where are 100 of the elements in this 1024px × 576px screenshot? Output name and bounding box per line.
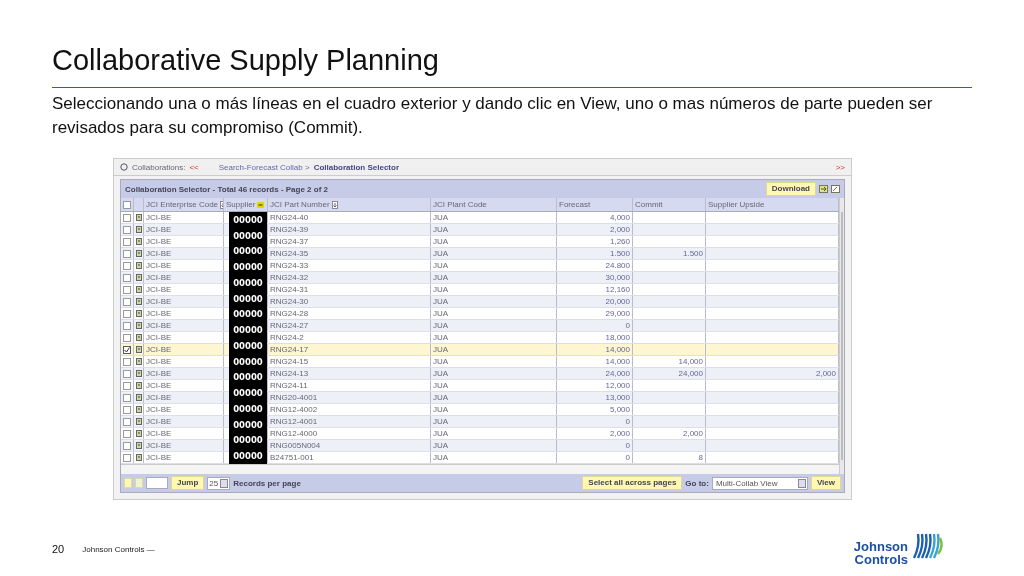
- document-icon: [136, 454, 142, 461]
- table-cell: JCI-BE: [144, 452, 224, 463]
- row-checkbox[interactable]: [123, 369, 131, 378]
- column-header[interactable]: JCI Plant Code: [431, 198, 557, 211]
- table-cell: JUA: [431, 308, 557, 319]
- table-cell: JUA: [431, 428, 557, 439]
- slide-title: Collaborative Supply Planning: [52, 43, 439, 78]
- goto-label: Go to:: [685, 478, 709, 488]
- row-checkbox[interactable]: [123, 285, 131, 294]
- supplier-code: 00000: [233, 293, 263, 304]
- table-cell: JCI-BE: [144, 404, 224, 415]
- table-cell: JCI-BE: [144, 344, 224, 355]
- table-cell: RNG24-2: [268, 332, 431, 343]
- row-checkbox[interactable]: [123, 321, 131, 330]
- table-cell: RNG24-13: [268, 368, 431, 379]
- table-cell: JUA: [431, 260, 557, 271]
- slide-text: Seleccionando una o más líneas en el cuadro exterior y dando clic en View, uno o mas números de parte pueden ser revisados para su compromiso (Commit).: [52, 93, 934, 139]
- table-cell: JUA: [431, 452, 557, 463]
- table-cell: JCI-BE: [144, 308, 224, 319]
- table-cell: 0: [557, 440, 633, 451]
- document-icon: [136, 430, 142, 437]
- horizontal-scrollbar[interactable]: [121, 464, 839, 474]
- row-checkbox[interactable]: [123, 357, 131, 366]
- document-icon: [136, 406, 142, 413]
- table-cell: JCI-BE: [144, 332, 224, 343]
- table-cell: RNG24-28: [268, 308, 431, 319]
- row-checkbox[interactable]: [123, 213, 131, 222]
- table-cell: 14,000: [557, 344, 633, 355]
- vertical-scrollbar[interactable]: [839, 198, 844, 474]
- table-cell: B24751-001: [268, 452, 431, 463]
- table-cell: RNG24-37: [268, 236, 431, 247]
- table-cell: 24,000: [557, 368, 633, 379]
- column-header[interactable]: JCI Enterprise Code: [144, 198, 224, 211]
- row-checkbox[interactable]: [123, 453, 131, 462]
- table-cell: 24,000: [633, 368, 706, 379]
- supplier-code: 00000: [233, 403, 263, 414]
- row-checkbox[interactable]: [123, 393, 131, 402]
- page-size-select[interactable]: 25: [207, 476, 231, 490]
- table-cell: JCI-BE: [144, 296, 224, 307]
- supplier-code: 00000: [233, 214, 263, 225]
- forward-link[interactable]: >>: [835, 162, 845, 172]
- column-header[interactable]: Commit: [633, 198, 706, 211]
- footer-text: Johnson Controls —: [82, 544, 155, 554]
- table-cell: RNG24-40: [268, 212, 431, 223]
- supplier-code: 00000: [233, 451, 263, 462]
- table-cell: 2,000: [633, 428, 706, 439]
- table-cell: 1.500: [633, 248, 706, 259]
- table-cell: JUA: [431, 440, 557, 451]
- table-cell: JCI-BE: [144, 416, 224, 427]
- table-cell: JCI-BE: [144, 356, 224, 367]
- document-icon: [136, 310, 142, 317]
- document-icon: [136, 418, 142, 425]
- table-cell: JUA: [431, 416, 557, 427]
- row-checkbox[interactable]: [123, 261, 131, 270]
- column-header[interactable]: Forecast: [557, 198, 633, 211]
- row-checkbox[interactable]: [123, 309, 131, 318]
- document-icon: [136, 250, 142, 257]
- row-checkbox[interactable]: [123, 405, 131, 414]
- column-header[interactable]: Supplier: [224, 198, 268, 211]
- select-all-button[interactable]: Select all across pages: [582, 476, 683, 490]
- company-logo: Johnson Controls: [853, 532, 944, 566]
- breadcrumb-link[interactable]: Search-Forecast Collab >: [218, 162, 310, 172]
- table-cell: JUA: [431, 236, 557, 247]
- table-cell: 1,260: [557, 236, 633, 247]
- table-cell: 29,000: [557, 308, 633, 319]
- view-select[interactable]: Multi-Collab View: [711, 476, 808, 490]
- row-checkbox[interactable]: [123, 345, 131, 354]
- panel-title: Collaboration Selector - Total 46 records - Page 2 of 2: [125, 184, 328, 194]
- table-cell: JCI-BE: [144, 368, 224, 379]
- document-icon: [136, 346, 142, 353]
- row-checkbox[interactable]: [123, 441, 131, 450]
- row-checkbox[interactable]: [123, 417, 131, 426]
- refresh-icon: [120, 163, 128, 171]
- table-cell: JUA: [431, 212, 557, 223]
- row-checkbox[interactable]: [123, 381, 131, 390]
- page-number: 20: [52, 543, 65, 555]
- row-checkbox[interactable]: [123, 249, 131, 258]
- document-icon: [136, 214, 142, 221]
- view-button[interactable]: View: [810, 476, 841, 490]
- download-button[interactable]: Download: [765, 182, 816, 196]
- document-icon: [136, 334, 142, 341]
- row-checkbox[interactable]: [123, 237, 131, 246]
- table-cell: 1.500: [557, 248, 633, 259]
- row-checkbox[interactable]: [123, 333, 131, 342]
- sort-icon: [331, 200, 338, 209]
- table-cell: JCI-BE: [144, 428, 224, 439]
- jump-button[interactable]: Jump: [171, 476, 205, 490]
- row-checkbox[interactable]: [123, 225, 131, 234]
- table-cell: JUA: [431, 344, 557, 355]
- column-header[interactable]: JCI Part Number: [268, 198, 431, 211]
- table-cell: 0: [557, 416, 633, 427]
- back-link[interactable]: <<: [189, 162, 199, 172]
- row-checkbox[interactable]: [123, 297, 131, 306]
- row-checkbox[interactable]: [123, 429, 131, 438]
- page-input[interactable]: [146, 477, 168, 489]
- select-all-checkbox[interactable]: [123, 200, 131, 209]
- table-cell: JUA: [431, 404, 557, 415]
- document-icon: [136, 274, 142, 281]
- row-checkbox[interactable]: [123, 273, 131, 282]
- document-icon: [136, 394, 142, 401]
